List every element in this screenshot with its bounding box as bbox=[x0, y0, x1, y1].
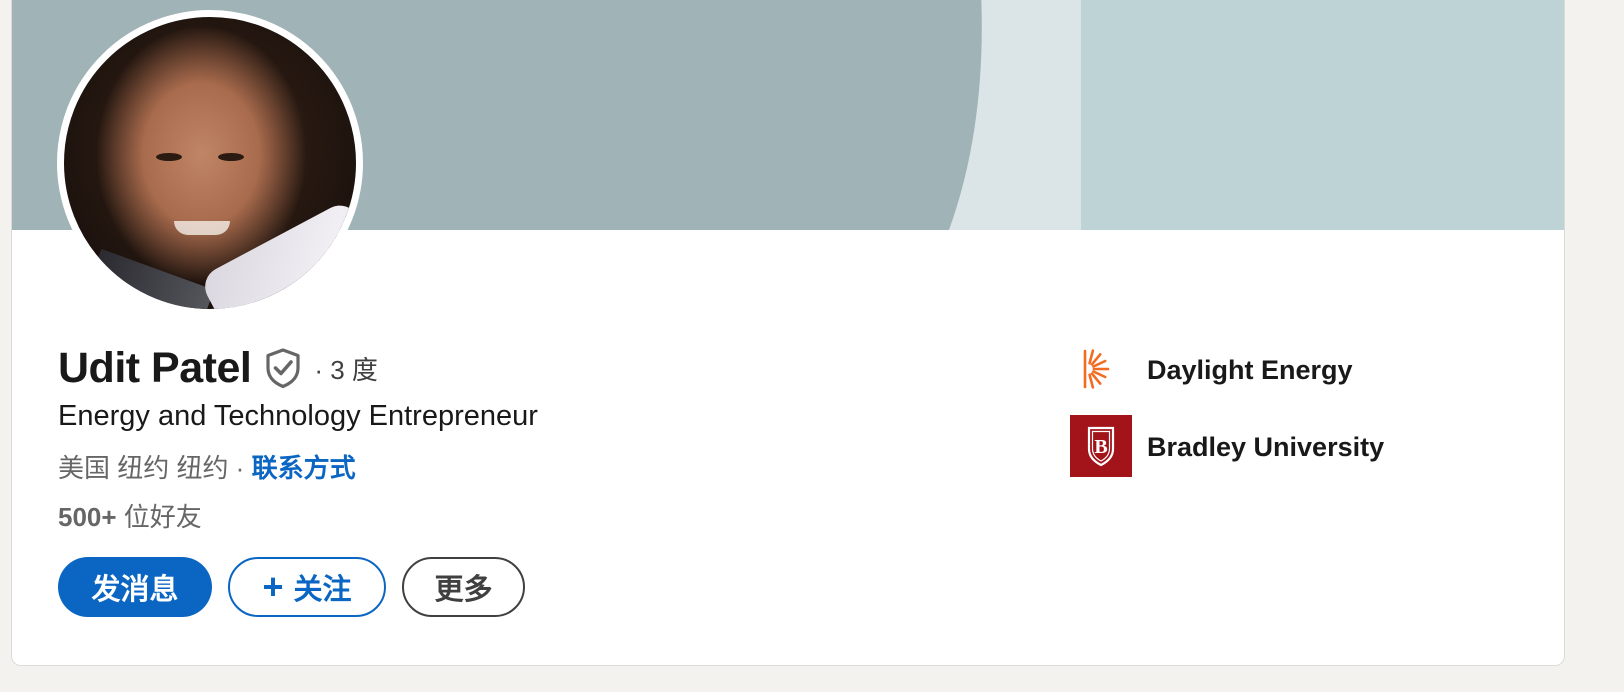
location-separator: · bbox=[228, 453, 252, 483]
location-text: 美国 纽约 纽约 bbox=[58, 453, 229, 483]
more-button[interactable]: 更多 bbox=[402, 557, 525, 617]
more-button-label: 更多 bbox=[434, 574, 493, 606]
sunburst-logo[interactable] bbox=[1080, 347, 1120, 391]
follow-button[interactable]: + 关注 bbox=[228, 557, 386, 617]
plus-icon: + bbox=[262, 566, 284, 607]
shield-check-icon[interactable] bbox=[264, 347, 302, 389]
profile-photo[interactable] bbox=[57, 10, 363, 316]
location-line: 美国 纽约 纽约 · 联系方式 bbox=[58, 448, 356, 488]
bradley-logo-letter: B bbox=[1094, 436, 1107, 458]
profile-name: Udit Patel bbox=[58, 344, 252, 392]
name-row: Udit Patel · 3 度 bbox=[58, 338, 378, 398]
connection-degree: · 3 度 bbox=[314, 354, 378, 385]
experience-daylight-energy[interactable]: Daylight Energy bbox=[1147, 352, 1353, 388]
connections-count[interactable]: 500+ 位好友 bbox=[58, 497, 202, 537]
connections-label: 位好友 bbox=[116, 502, 202, 532]
contact-info-link[interactable]: 联系方式 bbox=[252, 453, 356, 483]
message-button[interactable]: 发消息 bbox=[58, 557, 212, 617]
experience-bradley-university[interactable]: Bradley University bbox=[1147, 429, 1384, 465]
connections-number: 500+ bbox=[58, 502, 117, 532]
message-button-label: 发消息 bbox=[91, 574, 179, 606]
profile-headline: Energy and Technology Entrepreneur bbox=[58, 400, 538, 432]
bradley-logo[interactable]: B bbox=[1070, 415, 1132, 477]
follow-button-label: 关注 bbox=[293, 574, 352, 606]
